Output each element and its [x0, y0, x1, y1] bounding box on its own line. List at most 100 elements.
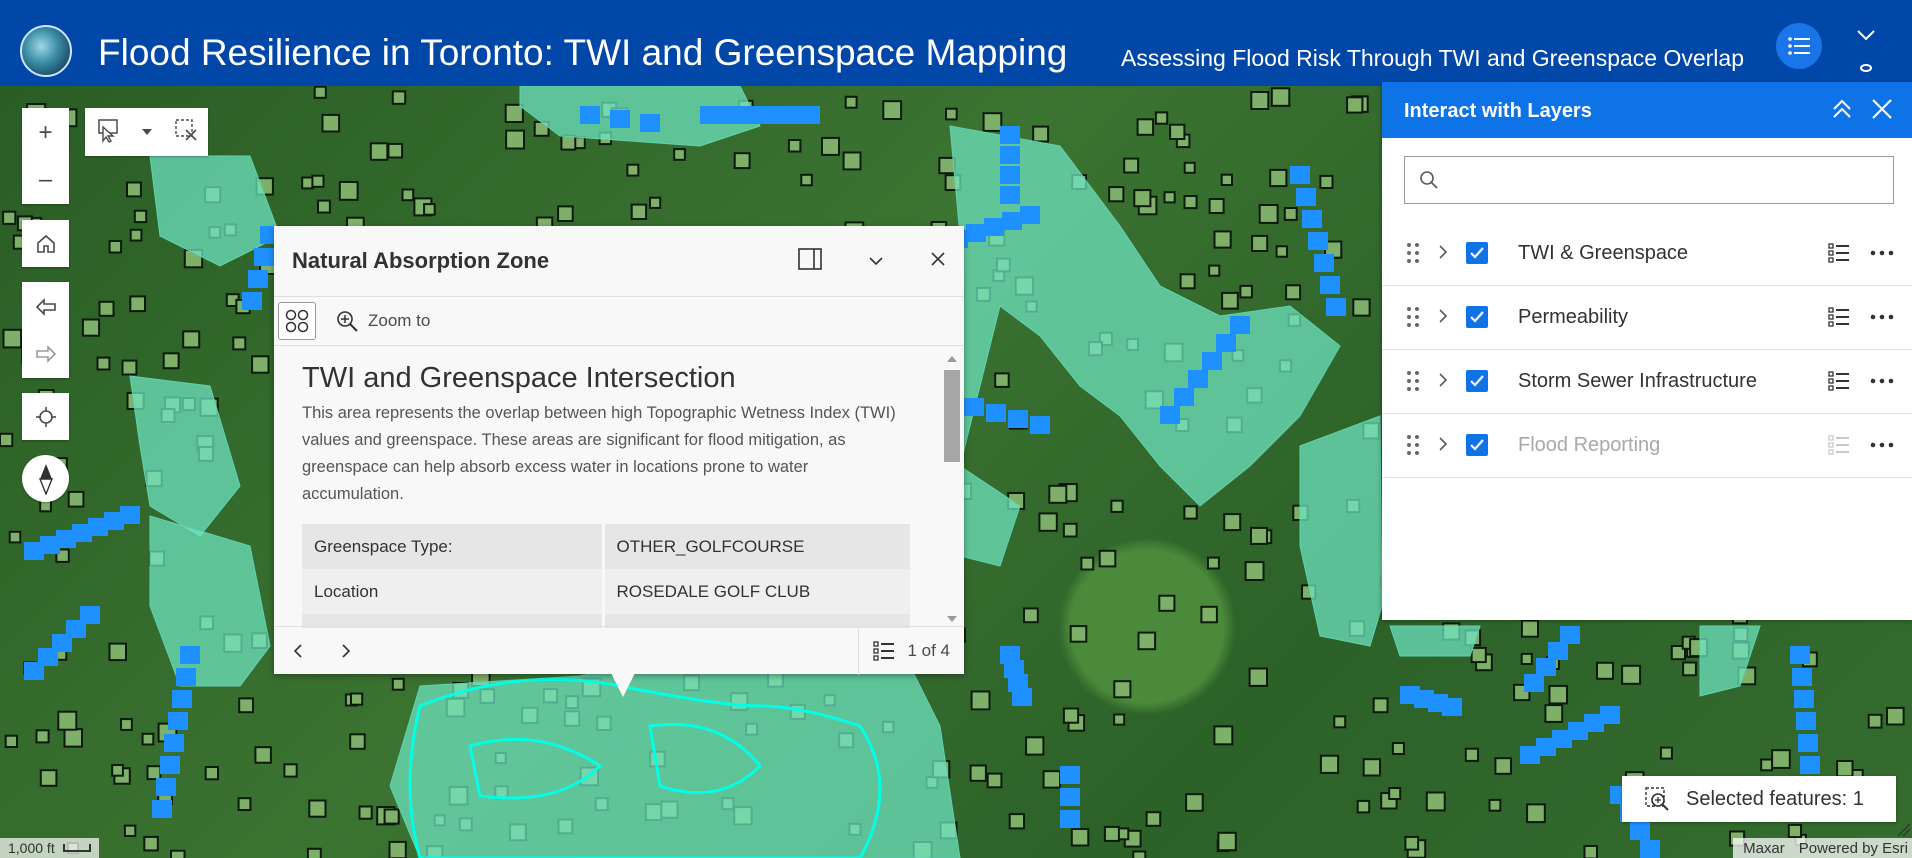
building-footprint [1103, 825, 1120, 842]
close-popup-button[interactable] [930, 251, 946, 272]
layer-item[interactable]: Storm Sewer Infrastructure [1382, 350, 1912, 414]
scale-bar: 1,000 ft [0, 838, 99, 858]
building-footprint [182, 330, 201, 349]
dock-popup-button[interactable] [798, 248, 822, 275]
twi-cell [1548, 642, 1568, 660]
twi-cell [242, 292, 262, 310]
chevron-right-icon [342, 643, 351, 658]
building-footprint [1333, 715, 1347, 729]
building-footprint [1048, 484, 1068, 504]
twi-cell [1442, 698, 1462, 716]
twi-cell [1536, 658, 1556, 676]
chevron-right-icon[interactable] [1438, 372, 1448, 388]
drag-handle-icon[interactable] [1406, 306, 1420, 328]
collapse-popup-button[interactable] [868, 253, 884, 271]
building-footprint [232, 336, 247, 351]
zoom-out-button[interactable]: – [22, 156, 69, 203]
building-footprint [141, 732, 155, 746]
layer-visibility-checkbox[interactable] [1466, 242, 1488, 264]
arrow-left-icon [35, 297, 56, 316]
building-footprint [1032, 125, 1050, 143]
legend-list-icon[interactable] [1828, 306, 1850, 328]
popup-scrollbar[interactable] [942, 352, 962, 628]
layer-visibility-checkbox[interactable] [1466, 434, 1488, 456]
chevron-right-icon[interactable] [1438, 308, 1448, 324]
twi-cell [1060, 788, 1080, 806]
building-footprint [1110, 499, 1124, 513]
next-feature-button[interactable] [322, 627, 370, 675]
layer-item[interactable]: Permeability [1382, 286, 1912, 350]
previous-extent-button[interactable] [22, 283, 69, 330]
layer-item[interactable]: TWI & Greenspace [1382, 222, 1912, 286]
more-options-icon[interactable] [1870, 250, 1894, 256]
header-collapse-button[interactable] [1853, 22, 1879, 48]
legend-list-icon[interactable] [1828, 370, 1850, 392]
extent-navigation [22, 282, 69, 378]
building-footprint [1659, 746, 1673, 760]
building-footprint [1223, 513, 1242, 532]
more-options-icon[interactable] [1870, 378, 1894, 384]
more-options-icon[interactable] [1870, 442, 1894, 448]
building-footprint [1425, 791, 1446, 812]
building-footprint [1494, 757, 1513, 775]
selection-mode-dropdown[interactable] [141, 123, 153, 141]
building-footprint [238, 697, 254, 714]
compass-icon [38, 463, 53, 495]
next-extent-button[interactable] [22, 330, 69, 377]
header-indicator-icon [1860, 64, 1872, 72]
compass-button[interactable] [22, 455, 69, 502]
legend-list-icon[interactable] [1828, 242, 1850, 264]
layer-list-toggle-button[interactable] [1776, 23, 1822, 69]
drag-handle-icon[interactable] [1406, 434, 1420, 456]
chevron-right-icon[interactable] [1438, 436, 1448, 452]
collapse-all-button[interactable] [1830, 97, 1854, 126]
building-footprint [321, 113, 341, 133]
legend-list-icon[interactable] [1828, 434, 1850, 456]
building-footprint [1183, 161, 1196, 174]
building-footprint [1023, 607, 1039, 624]
layer-item[interactable]: Flood Reporting [1382, 414, 1912, 478]
building-footprint [204, 766, 219, 781]
layer-search-input[interactable] [1449, 170, 1869, 190]
building-footprint [306, 847, 322, 858]
building-footprint [311, 174, 325, 188]
twi-cell [1000, 146, 1020, 164]
twi-cell [1796, 712, 1816, 730]
drag-handle-icon[interactable] [1406, 370, 1420, 392]
building-footprint [1372, 697, 1389, 714]
clear-selection-button[interactable] [174, 118, 198, 147]
twi-cell [1792, 668, 1812, 686]
building-footprint [1621, 664, 1642, 685]
scrollbar-thumb[interactable] [944, 370, 960, 462]
home-button[interactable] [22, 220, 69, 267]
feature-pager[interactable]: 1 of 4 [858, 627, 964, 675]
previous-feature-button[interactable] [274, 627, 322, 675]
building-footprint [1239, 284, 1253, 299]
twi-cell [1000, 186, 1020, 204]
drag-handle-icon[interactable] [1406, 242, 1420, 264]
chevron-right-icon[interactable] [1438, 244, 1448, 260]
resize-handle-icon[interactable] [1896, 822, 1912, 838]
select-by-rectangle-button[interactable] [95, 117, 121, 148]
close-layers-button[interactable] [1870, 97, 1894, 126]
zoom-in-button[interactable]: + [22, 109, 69, 156]
layer-visibility-checkbox[interactable] [1466, 306, 1488, 328]
map-attribution[interactable]: Maxar Powered by Esri [1733, 838, 1912, 858]
building-footprint [108, 240, 123, 254]
twi-cell [1174, 388, 1194, 406]
more-options-icon[interactable] [1870, 314, 1894, 320]
home-control [22, 220, 69, 267]
table-row: Location ROSEDALE GOLF CLUB [302, 569, 910, 614]
layer-search-field[interactable] [1404, 156, 1894, 204]
twi-cell [986, 404, 1006, 422]
building-footprint [2, 210, 17, 225]
zoom-to-button[interactable]: Zoom to [336, 310, 430, 332]
building-footprint [1136, 118, 1155, 136]
selected-features-button[interactable]: Selected features: 1 [1622, 776, 1896, 822]
feature-list-button[interactable] [278, 302, 316, 340]
building-footprint [844, 95, 858, 109]
layer-visibility-checkbox[interactable] [1466, 370, 1488, 392]
building-footprint [1548, 684, 1568, 705]
twi-cell [1630, 822, 1650, 840]
locate-button[interactable] [22, 393, 69, 440]
